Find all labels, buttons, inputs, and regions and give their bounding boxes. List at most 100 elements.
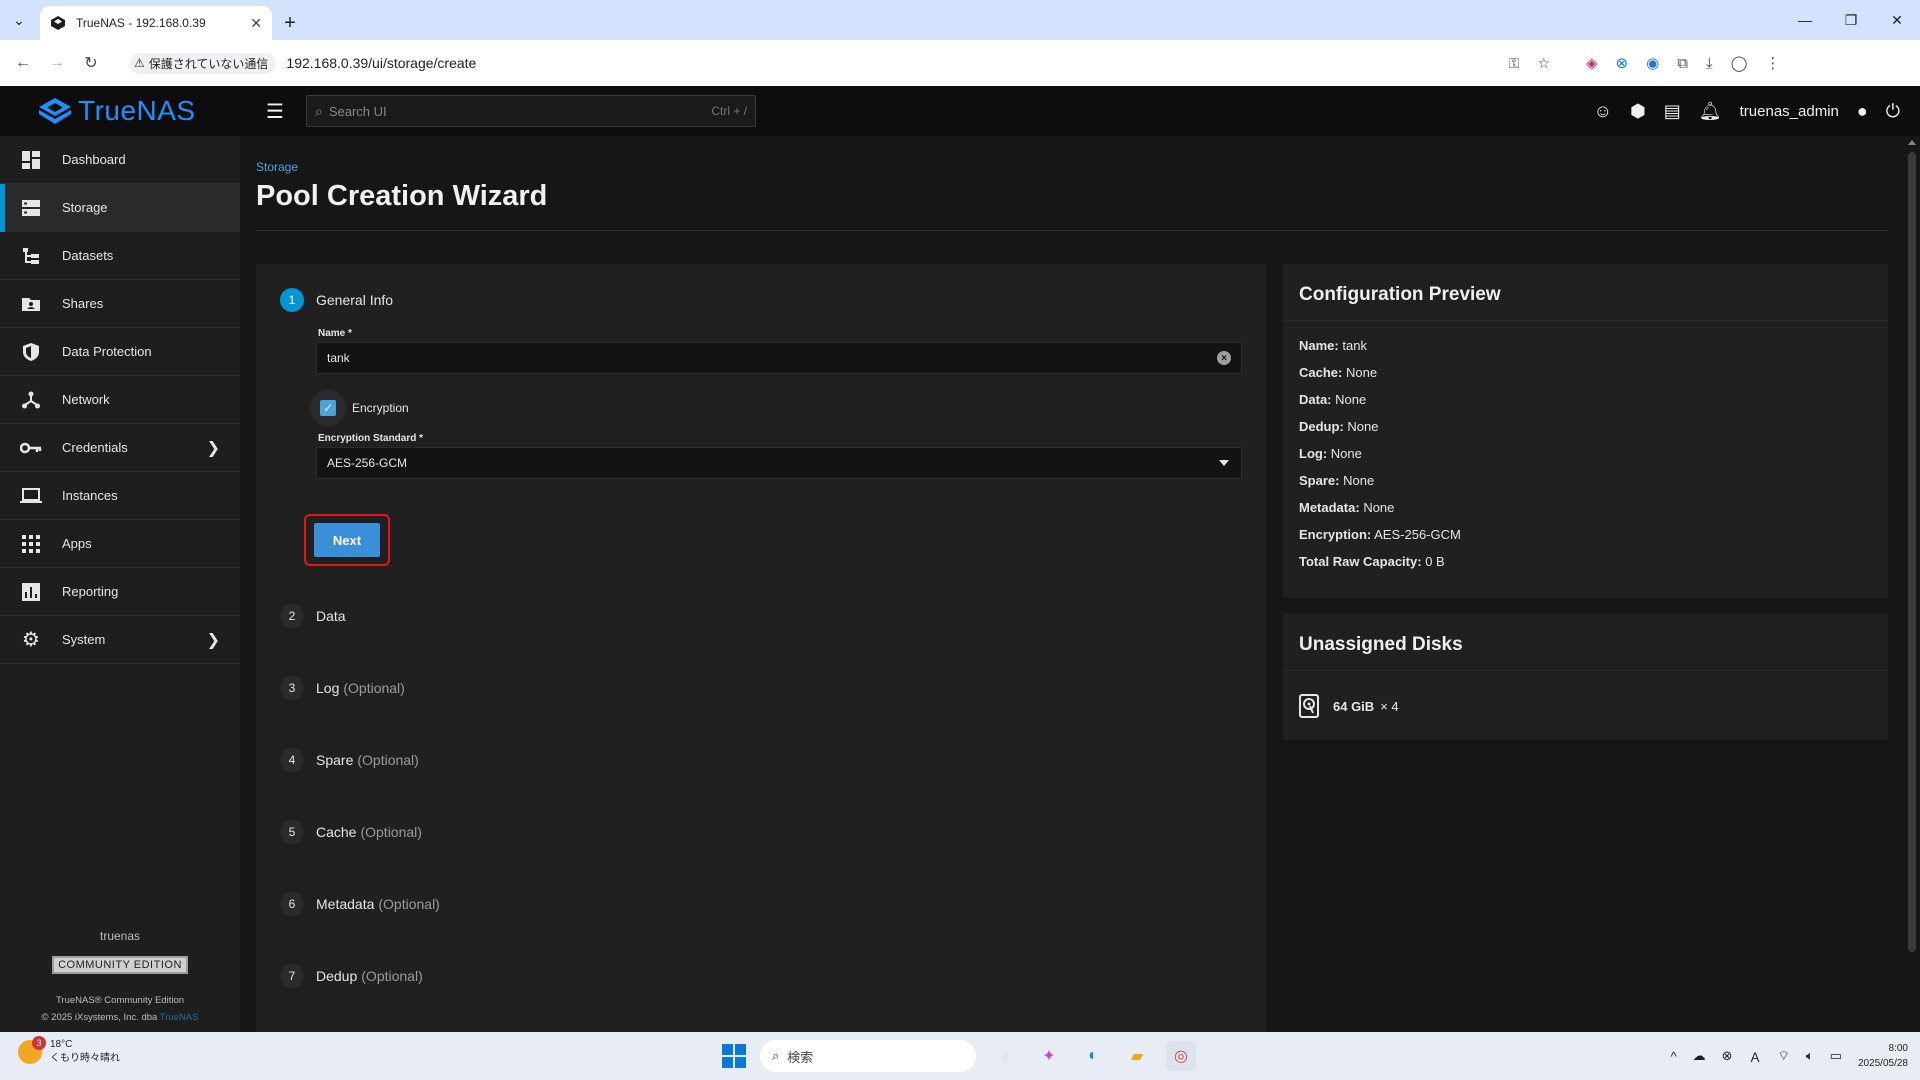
account-icon[interactable]: ● bbox=[1857, 101, 1868, 122]
extension-blue-icon[interactable]: ⊗ bbox=[1616, 54, 1629, 72]
step-cache[interactable]: 5 Cache (Optional) bbox=[280, 820, 422, 844]
search-input[interactable]: ⌕ Search UI Ctrl + / bbox=[306, 95, 756, 127]
sidebar-item-label: Dashboard bbox=[62, 152, 126, 167]
window-controls: — ❐ ✕ bbox=[1782, 0, 1920, 40]
security-label: 保護されていない通信 bbox=[148, 56, 269, 71]
new-tab-button[interactable]: + bbox=[272, 6, 308, 40]
step-metadata[interactable]: 6 Metadata (Optional) bbox=[280, 892, 440, 916]
weather-widget[interactable]: 3 18°C くもり時々晴れ bbox=[18, 1036, 120, 1066]
step-spare[interactable]: 4 Spare (Optional) bbox=[280, 748, 419, 772]
clear-icon[interactable]: × bbox=[1217, 351, 1231, 365]
truenas-logo-icon bbox=[39, 98, 71, 124]
bookmark-star-icon[interactable]: ☆ bbox=[1537, 55, 1550, 72]
power-icon[interactable]: ⏻ bbox=[1886, 101, 1900, 122]
step-label: Log bbox=[316, 680, 340, 696]
step-general-info[interactable]: 1 General Info bbox=[280, 288, 393, 312]
reload-icon[interactable]: ↻ bbox=[76, 48, 106, 78]
sidebar-item-credentials[interactable]: Credentials ❯ bbox=[0, 424, 240, 472]
extension-search-icon[interactable]: ◉ bbox=[1646, 54, 1659, 72]
sidebar-item-system[interactable]: ⚙ System ❯ bbox=[0, 616, 240, 664]
ime-indicator-icon[interactable]: Ａ bbox=[1749, 1047, 1762, 1066]
next-button[interactable]: Next bbox=[314, 523, 380, 557]
truenas-link[interactable]: TrueNAS bbox=[160, 1012, 199, 1023]
tab-search-icon[interactable]: ⌄ bbox=[0, 0, 38, 40]
restore-icon[interactable]: ❐ bbox=[1828, 0, 1874, 40]
sidebar-item-datasets[interactable]: Datasets bbox=[0, 232, 240, 280]
notifications-bell-icon[interactable]: 🔔︎ bbox=[1699, 101, 1722, 122]
battery-icon[interactable]: ▭ bbox=[1830, 1048, 1842, 1064]
jobs-clipboard-icon[interactable]: ▤ bbox=[1664, 101, 1681, 122]
name-field[interactable]: tank × bbox=[316, 342, 1242, 374]
truenas-logo[interactable]: TrueNAS bbox=[0, 95, 240, 127]
tray-chevron-up-icon[interactable]: ^ bbox=[1671, 1049, 1677, 1064]
page-scrollbar[interactable] bbox=[1904, 136, 1920, 1032]
password-key-icon[interactable]: ⚿ bbox=[1509, 55, 1520, 72]
step-data[interactable]: 2 Data bbox=[280, 604, 346, 628]
feedback-icon[interactable]: ☺ bbox=[1594, 101, 1612, 122]
tab-close-icon[interactable]: ✕ bbox=[250, 15, 262, 32]
extensions-puzzle-icon[interactable]: ⧉ bbox=[1677, 55, 1688, 72]
wifi-icon[interactable]: ⌔ bbox=[1778, 1048, 1790, 1064]
preview-row: Cache: None bbox=[1299, 365, 1461, 392]
volume-icon[interactable]: 🔈︎ bbox=[1806, 1048, 1814, 1064]
copilot-icon[interactable]: ✦ bbox=[1034, 1041, 1064, 1071]
sidebar-item-reporting[interactable]: Reporting bbox=[0, 568, 240, 616]
browser-tab-bar: ⌄ TrueNAS - 192.168.0.39 ✕ + — ❐ ✕ bbox=[0, 0, 1920, 40]
close-window-icon[interactable]: ✕ bbox=[1874, 0, 1920, 40]
step-dedup[interactable]: 7 Dedup (Optional) bbox=[280, 964, 423, 988]
taskbar-search[interactable]: ⌕ 検索 bbox=[760, 1040, 976, 1072]
step-number: 3 bbox=[280, 676, 304, 700]
task-view-icon[interactable]: ▮ bbox=[990, 1041, 1020, 1071]
sidebar-item-shares[interactable]: Shares bbox=[0, 280, 240, 328]
chrome-browser-icon[interactable]: ◎ bbox=[1166, 1041, 1196, 1071]
security-chip[interactable]: ⚠ 保護されていない通信 bbox=[130, 52, 277, 74]
breadcrumb[interactable]: Storage bbox=[256, 160, 298, 174]
unassigned-disks-card: Unassigned Disks 64 GiB × 4 bbox=[1283, 614, 1888, 740]
sidebar-item-apps[interactable]: Apps bbox=[0, 520, 240, 568]
sidebar-item-storage[interactable]: Storage bbox=[0, 184, 240, 232]
step-label: Data bbox=[316, 608, 346, 624]
storage-icon bbox=[20, 197, 42, 219]
browser-menu-icon[interactable]: ⋮ bbox=[1765, 54, 1780, 72]
back-icon[interactable]: ← bbox=[8, 48, 38, 78]
sidebar-item-label: System bbox=[62, 632, 106, 647]
system-tray: ^ ☁ ⊗ Ａ ⌔ 🔈︎ ▭ 8:00 2025/05/28 bbox=[1671, 1036, 1908, 1076]
check-icon[interactable]: ✓ bbox=[320, 400, 336, 416]
encryption-checkbox[interactable]: ✓ Encryption bbox=[310, 390, 409, 426]
sidebar-item-label: Instances bbox=[62, 488, 118, 503]
sidebar: Dashboard Storage Datasets Shares Data P… bbox=[0, 136, 240, 1032]
sidebar-item-data-protection[interactable]: Data Protection bbox=[0, 328, 240, 376]
sidebar-item-instances[interactable]: Instances bbox=[0, 472, 240, 520]
scrollbar-thumb[interactable] bbox=[1908, 152, 1916, 952]
onedrive-cloud-icon[interactable]: ☁ bbox=[1693, 1048, 1706, 1064]
hamburger-menu-icon[interactable]: ☰ bbox=[260, 96, 290, 126]
truecommand-icon[interactable]: ⬢ bbox=[1630, 101, 1646, 122]
minimize-icon[interactable]: — bbox=[1782, 0, 1828, 40]
download-icon[interactable]: ⤓ bbox=[1706, 55, 1713, 72]
clock[interactable]: 8:00 2025/05/28 bbox=[1858, 1041, 1908, 1071]
edge-browser-icon[interactable]: ◐ bbox=[1078, 1041, 1108, 1071]
datasets-icon bbox=[20, 245, 42, 267]
tray-app-icon[interactable]: ⊗ bbox=[1722, 1048, 1733, 1064]
username[interactable]: truenas_admin bbox=[1740, 103, 1839, 120]
url-text: 192.168.0.39/ui/storage/create bbox=[286, 55, 477, 71]
windows-start-icon[interactable] bbox=[722, 1044, 746, 1068]
pocket-extension-icon[interactable]: ◈ bbox=[1586, 54, 1598, 72]
apps-icon bbox=[20, 533, 42, 555]
profile-avatar-icon[interactable]: ◯ bbox=[1731, 54, 1748, 72]
scroll-up-icon[interactable] bbox=[1908, 140, 1916, 145]
encryption-standard-select[interactable]: AES-256-GCM bbox=[316, 447, 1242, 479]
sidebar-item-label: Credentials bbox=[62, 440, 128, 455]
browser-tab[interactable]: TrueNAS - 192.168.0.39 ✕ bbox=[40, 6, 272, 40]
dashboard-icon bbox=[20, 149, 42, 171]
sidebar-item-dashboard[interactable]: Dashboard bbox=[0, 136, 240, 184]
sidebar-item-network[interactable]: Network bbox=[0, 376, 240, 424]
forward-icon[interactable]: → bbox=[42, 48, 72, 78]
file-explorer-icon[interactable]: ▰ bbox=[1122, 1041, 1152, 1071]
address-bar[interactable]: ⚠ 保護されていない通信 192.168.0.39/ui/storage/cre… bbox=[120, 47, 1560, 79]
browser-toolbar: ← → ↻ ⚠ 保護されていない通信 192.168.0.39/ui/stora… bbox=[0, 40, 1920, 86]
preview-row: Spare: None bbox=[1299, 473, 1461, 500]
step-log[interactable]: 3 Log (Optional) bbox=[280, 676, 405, 700]
preview-key: Dedup: bbox=[1299, 419, 1344, 434]
preview-value: 0 B bbox=[1425, 554, 1445, 569]
